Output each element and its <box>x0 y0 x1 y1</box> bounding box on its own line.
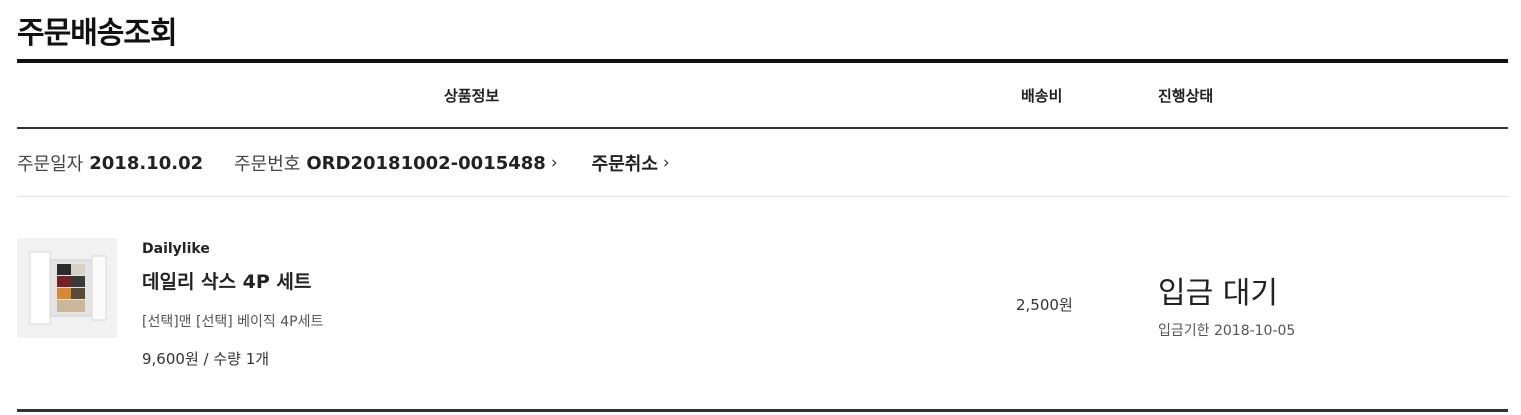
order-date-value: 2018.10.02 <box>89 152 204 174</box>
product-brand: Dailylike <box>142 241 210 257</box>
order-summary-bar: 주문일자 2018.10.02 주문번호 ORD20181002-0015488… <box>17 150 670 176</box>
shipping-fee-value: 2,500원 <box>1016 296 1073 314</box>
order-date-label: 주문일자 <box>17 154 84 175</box>
order-number-link[interactable]: ORD20181002-0015488 <box>306 153 545 174</box>
chevron-right-icon[interactable]: › <box>551 153 558 173</box>
product-name-link[interactable]: 데일리 삭스 4P 세트 <box>142 267 311 294</box>
socks-box-icon <box>17 238 117 338</box>
product-price-quantity: 9,600원 / 수량 1개 <box>142 350 270 368</box>
order-divider <box>17 196 1508 197</box>
payment-deadline: 입금기한 2018-10-05 <box>1158 323 1296 339</box>
product-thumbnail[interactable] <box>17 238 117 338</box>
column-header-shipping-fee: 배송비 <box>1021 87 1063 105</box>
product-option: [선택]맨 [선택] 베이직 4P세트 <box>142 314 324 330</box>
column-header-product-info: 상품정보 <box>444 87 500 105</box>
header-divider <box>17 127 1508 129</box>
page-title: 주문배송조회 <box>17 16 178 51</box>
order-status: 입금 대기 <box>1158 276 1278 311</box>
title-divider <box>17 59 1508 63</box>
chevron-right-icon[interactable]: › <box>663 153 670 173</box>
column-header-status: 진행상태 <box>1158 87 1214 105</box>
order-number-label: 주문번호 <box>234 154 301 175</box>
cancel-order-button[interactable]: 주문취소 <box>592 150 658 176</box>
table-bottom-divider <box>17 409 1508 412</box>
